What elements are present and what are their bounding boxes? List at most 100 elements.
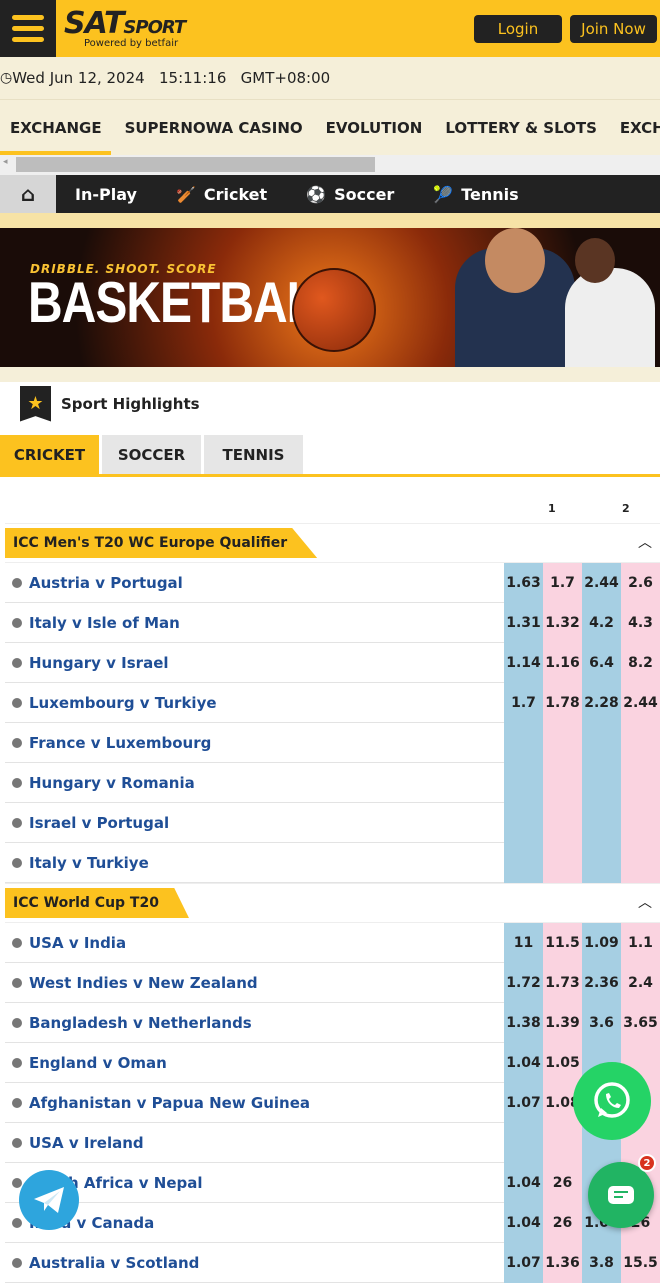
- lay-odds[interactable]: [621, 722, 660, 763]
- lay-odds[interactable]: 15.5: [621, 1242, 660, 1283]
- lay-odds[interactable]: 3.65: [621, 1002, 660, 1043]
- match-name[interactable]: India v Canada: [29, 1214, 504, 1232]
- back-odds[interactable]: 4.2: [582, 602, 621, 643]
- lay-odds[interactable]: 1.36: [543, 1242, 582, 1283]
- menu-icon[interactable]: [0, 0, 56, 57]
- lay-odds[interactable]: [543, 1122, 582, 1163]
- match-name[interactable]: USA v Ireland: [29, 1134, 504, 1152]
- match-name[interactable]: Bangladesh v Netherlands: [29, 1014, 504, 1032]
- back-odds[interactable]: 3.6: [582, 1002, 621, 1043]
- chevron-up-icon[interactable]: ︿: [638, 532, 652, 552]
- back-odds[interactable]: 3.8: [582, 1242, 621, 1283]
- lay-odds[interactable]: [621, 842, 660, 883]
- lay-odds[interactable]: 1.78: [543, 682, 582, 723]
- match-name[interactable]: South Africa v Nepal: [29, 1174, 504, 1192]
- lay-odds[interactable]: 1.7: [543, 562, 582, 603]
- lay-odds[interactable]: [543, 842, 582, 883]
- back-odds[interactable]: [504, 842, 543, 883]
- telegram-button[interactable]: [19, 1170, 79, 1230]
- nav-item[interactable]: EXCHANGE: [620, 119, 660, 137]
- match-name[interactable]: USA v India: [29, 934, 504, 952]
- lay-odds[interactable]: 1.05: [543, 1042, 582, 1083]
- back-odds[interactable]: 1.07: [504, 1242, 543, 1283]
- lay-odds[interactable]: 8.2: [621, 642, 660, 683]
- match-name[interactable]: West Indies v New Zealand: [29, 974, 504, 992]
- lay-odds[interactable]: 1.16: [543, 642, 582, 683]
- match-name[interactable]: England v Oman: [29, 1054, 504, 1072]
- tab-soccer[interactable]: SOCCER: [102, 435, 201, 474]
- lay-odds[interactable]: 26: [543, 1162, 582, 1203]
- back-odds[interactable]: 6.4: [582, 642, 621, 683]
- lay-odds[interactable]: 11.5: [543, 922, 582, 963]
- whatsapp-button[interactable]: [573, 1062, 651, 1140]
- sport-bar-item[interactable]: In-Play: [75, 185, 137, 204]
- lay-odds[interactable]: [621, 762, 660, 803]
- lay-odds[interactable]: 1.1: [621, 922, 660, 963]
- match-name[interactable]: Afghanistan v Papua New Guinea: [29, 1094, 504, 1112]
- back-odds[interactable]: 1.04: [504, 1202, 543, 1243]
- lay-odds[interactable]: 1.73: [543, 962, 582, 1003]
- nav-item[interactable]: LOTTERY & SLOTS: [445, 119, 597, 137]
- match-name[interactable]: Israel v Portugal: [29, 814, 504, 832]
- tab-cricket[interactable]: CRICKET: [0, 435, 99, 474]
- lay-odds[interactable]: [543, 722, 582, 763]
- back-odds[interactable]: 1.09: [582, 922, 621, 963]
- back-odds[interactable]: 1.31: [504, 602, 543, 643]
- lay-odds[interactable]: [543, 762, 582, 803]
- back-odds[interactable]: [582, 842, 621, 883]
- match-name[interactable]: Luxembourg v Turkiye: [29, 694, 504, 712]
- chat-button[interactable]: [588, 1162, 654, 1228]
- lay-odds[interactable]: 26: [543, 1202, 582, 1243]
- match-name[interactable]: Italy v Isle of Man: [29, 614, 504, 632]
- lay-odds[interactable]: 2.6: [621, 562, 660, 603]
- sport-bar-item[interactable]: 🏏 Cricket: [176, 185, 267, 204]
- back-odds[interactable]: [582, 762, 621, 803]
- match-name[interactable]: Hungary v Israel: [29, 654, 504, 672]
- lay-odds[interactable]: 2.44: [621, 682, 660, 723]
- login-button[interactable]: Login: [474, 15, 562, 43]
- join-now-button[interactable]: Join Now: [570, 15, 657, 43]
- back-odds[interactable]: 2.28: [582, 682, 621, 723]
- chevron-up-icon[interactable]: ︿: [638, 892, 652, 912]
- back-odds[interactable]: 1.04: [504, 1162, 543, 1203]
- sport-bar-item[interactable]: ⚽ Soccer: [306, 185, 394, 204]
- match-name[interactable]: Austria v Portugal: [29, 574, 504, 592]
- match-name[interactable]: Italy v Turkiye: [29, 854, 504, 872]
- lay-odds[interactable]: [543, 802, 582, 843]
- match-name[interactable]: Hungary v Romania: [29, 774, 504, 792]
- competition-header[interactable]: ICC World Cup T20 ︿: [5, 883, 660, 923]
- back-odds[interactable]: 1.7: [504, 682, 543, 723]
- back-odds[interactable]: [504, 802, 543, 843]
- back-odds[interactable]: [504, 1122, 543, 1163]
- lay-odds[interactable]: 4.3: [621, 602, 660, 643]
- nav-item[interactable]: SUPERNOWA CASINO: [125, 119, 303, 137]
- back-odds[interactable]: 1.04: [504, 1042, 543, 1083]
- home-icon[interactable]: ⌂: [0, 175, 56, 213]
- back-odds[interactable]: 1.63: [504, 562, 543, 603]
- nav-item[interactable]: EXCHANGE: [10, 119, 102, 137]
- lay-odds[interactable]: 1.32: [543, 602, 582, 643]
- back-odds[interactable]: 11: [504, 922, 543, 963]
- lay-odds[interactable]: 1.39: [543, 1002, 582, 1043]
- logo[interactable]: SATSPORT Powered by betfair: [64, 8, 186, 49]
- back-odds[interactable]: 2.36: [582, 962, 621, 1003]
- back-odds[interactable]: [582, 802, 621, 843]
- promo-banner[interactable]: DRIBBLE. SHOOT. SCORE BASKETBALL: [0, 228, 660, 367]
- lay-odds[interactable]: 2.4: [621, 962, 660, 1003]
- nav-item[interactable]: EVOLUTION: [326, 119, 423, 137]
- back-odds[interactable]: 1.38: [504, 1002, 543, 1043]
- back-odds[interactable]: [582, 722, 621, 763]
- back-odds[interactable]: 1.07: [504, 1082, 543, 1123]
- match-name[interactable]: Australia v Scotland: [29, 1254, 504, 1272]
- back-odds[interactable]: [504, 722, 543, 763]
- lay-odds[interactable]: [621, 802, 660, 843]
- back-odds[interactable]: 1.14: [504, 642, 543, 683]
- back-odds[interactable]: 1.72: [504, 962, 543, 1003]
- tab-tennis[interactable]: TENNIS: [204, 435, 303, 474]
- match-name[interactable]: France v Luxembourg: [29, 734, 504, 752]
- back-odds[interactable]: [504, 762, 543, 803]
- back-odds[interactable]: 2.44: [582, 562, 621, 603]
- competition-header[interactable]: ICC Men's T20 WC Europe Qualifier ︿: [5, 523, 660, 563]
- horizontal-scrollbar[interactable]: ◂: [0, 155, 660, 175]
- sport-bar-item[interactable]: 🎾 Tennis: [433, 185, 518, 204]
